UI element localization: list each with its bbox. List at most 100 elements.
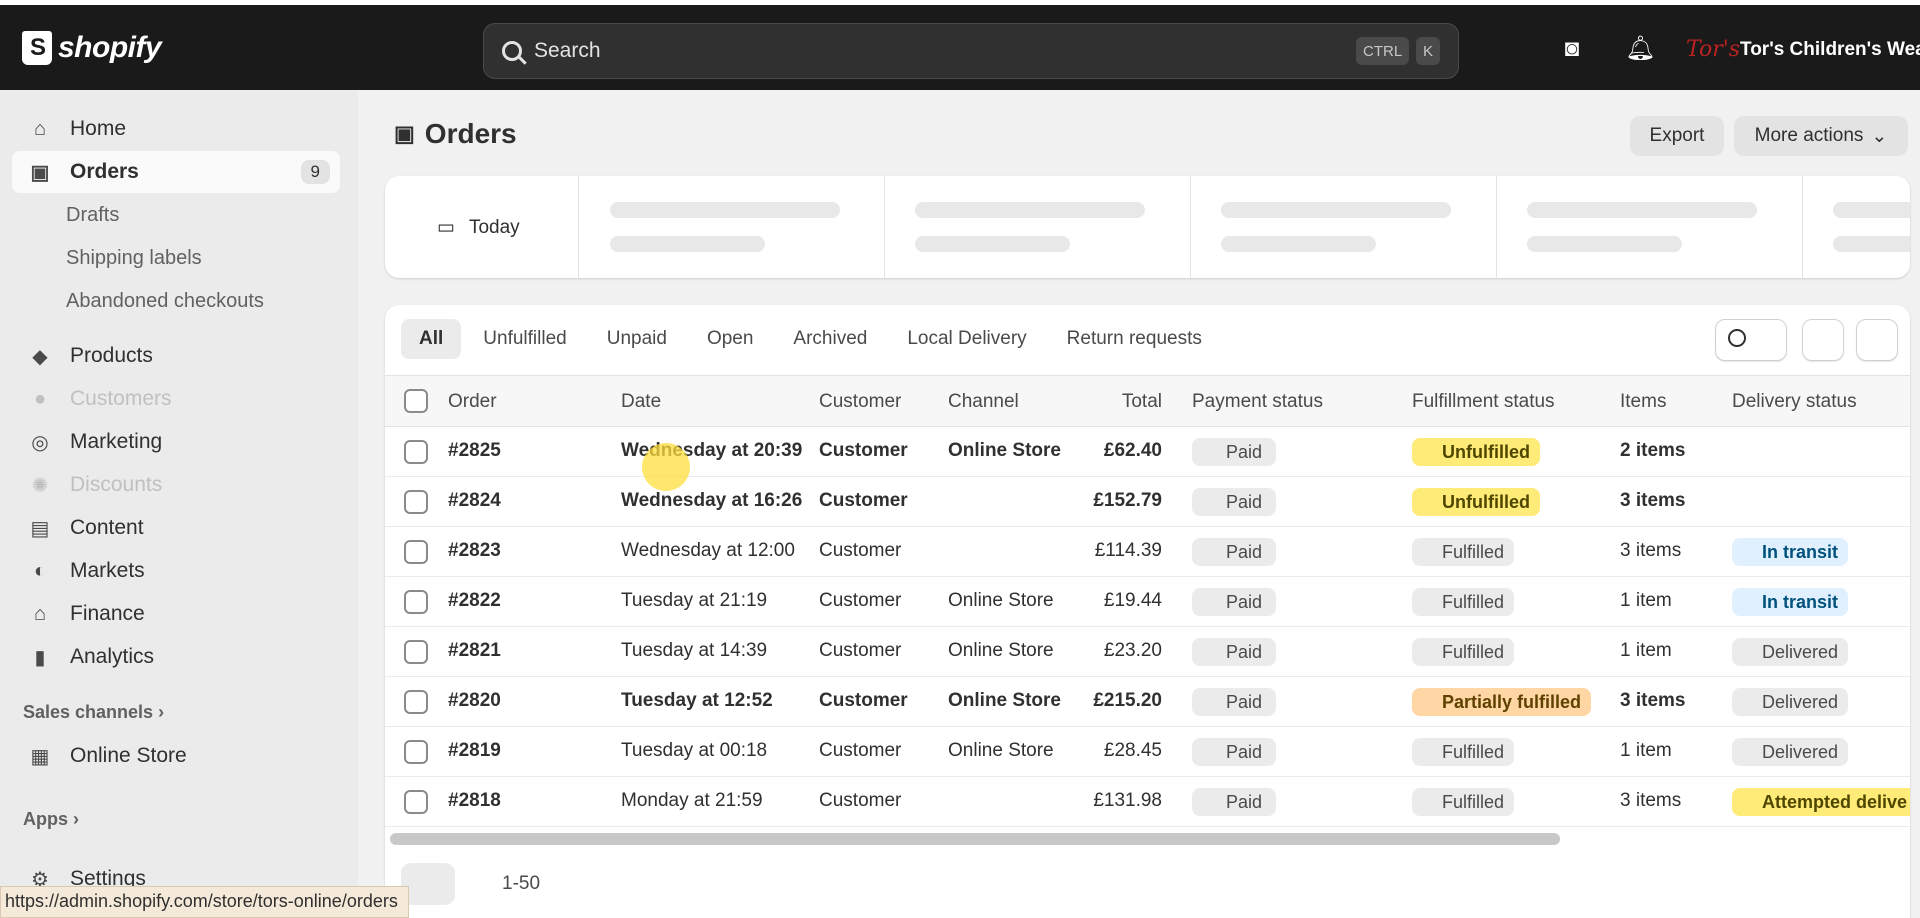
table-row[interactable]: #2818 Monday at 21:59 Customer £131.98 Paid F… <box>385 777 1910 827</box>
order-number-link[interactable]: #2818 <box>448 790 501 812</box>
order-total: £114.39 <box>1094 540 1162 561</box>
fulfillment-status-badge: Unfulfilled <box>1412 438 1540 466</box>
sidebar-item-content[interactable]: ▤ Content <box>12 507 340 549</box>
top-bar: shopify Search CTRL K ◙ 🔔︎ Tor's Tor's C… <box>0 0 1920 90</box>
order-items: 3 items <box>1620 490 1686 511</box>
sidebar-item-drafts[interactable]: Drafts <box>12 194 340 236</box>
table-row[interactable]: #2822 Tuesday at 21:19 Customer Online Stor… <box>385 577 1910 627</box>
tab-unpaid[interactable]: Unpaid <box>589 319 685 359</box>
tab-archived[interactable]: Archived <box>775 319 885 359</box>
order-number-link[interactable]: #2821 <box>448 640 501 662</box>
tab-open[interactable]: Open <box>689 319 771 359</box>
order-customer: Customer <box>819 690 908 711</box>
order-number-link[interactable]: #2824 <box>448 490 501 512</box>
column-header-total[interactable]: Total <box>1072 391 1162 413</box>
row-checkbox[interactable] <box>404 490 428 514</box>
table-row[interactable]: #2819 Tuesday at 00:18 Customer Online Stor… <box>385 727 1910 777</box>
column-header-channel[interactable]: Channel <box>948 391 1019 413</box>
order-date: Tuesday at 14:39 <box>621 640 768 661</box>
column-header-delivery-status[interactable]: Delivery status <box>1732 391 1857 413</box>
order-number-link[interactable]: #2820 <box>448 690 501 712</box>
sidebar-item-analytics[interactable]: ▮ Analytics <box>12 636 340 678</box>
sidebar-item-markets[interactable]: ◐ Markets <box>12 550 340 592</box>
sidebar-item-products[interactable]: ◆ Products <box>12 335 340 377</box>
sidebar-item-online-store[interactable]: ▦ Online Store <box>12 735 340 777</box>
order-date: Monday at 21:59 <box>621 790 763 811</box>
order-channel: Online Store <box>948 440 1061 461</box>
sidebar-item-customers[interactable]: ● Customers <box>12 378 340 420</box>
bell-icon[interactable]: 🔔︎ <box>1625 35 1655 63</box>
store-name: Tor's Children's Wear <box>1740 39 1920 60</box>
sidebar-item-home[interactable]: ⌂ Home <box>12 108 340 150</box>
sidebar-item-shipping-labels[interactable]: Shipping labels <box>12 237 340 279</box>
columns-button[interactable] <box>1856 319 1898 361</box>
tab-return-requests[interactable]: Return requests <box>1049 319 1220 359</box>
table-row[interactable]: #2823 Wednesday at 12:00 Customer £114.39 Pa… <box>385 527 1910 577</box>
sidebar-item-orders[interactable]: ▣ Orders 9 <box>12 151 340 193</box>
horizontal-scrollbar[interactable] <box>390 833 1560 845</box>
view-tabs: All Unfulfilled Unpaid Open Archived Loc… <box>401 319 1220 359</box>
inbox-icon: ▣ <box>30 161 50 184</box>
order-customer: Customer <box>819 440 908 461</box>
pagination-buttons[interactable] <box>401 863 455 905</box>
row-checkbox[interactable] <box>404 790 428 814</box>
order-number-link[interactable]: #2823 <box>448 540 501 562</box>
search-bar[interactable]: Search CTRL K <box>483 23 1459 79</box>
column-header-date[interactable]: Date <box>621 391 661 413</box>
search-filter-button[interactable] <box>1715 319 1787 361</box>
sidebar-item-discounts[interactable]: ✺ Discounts <box>12 464 340 506</box>
date-range-picker[interactable]: ▭ Today <box>437 216 520 239</box>
column-header-order[interactable]: Order <box>448 391 497 413</box>
order-number-link[interactable]: #2819 <box>448 740 501 762</box>
shopify-logo[interactable]: shopify <box>22 31 162 65</box>
order-number-link[interactable]: #2825 <box>448 440 501 462</box>
store-menu[interactable]: Tor's Tor's Children's Wear <box>1686 29 1920 71</box>
home-icon: ⌂ <box>33 117 47 140</box>
tab-unfulfilled[interactable]: Unfulfilled <box>465 319 584 359</box>
row-checkbox[interactable] <box>404 740 428 764</box>
export-button[interactable]: Export <box>1630 116 1724 156</box>
sidebar-item-finance[interactable]: ⌂ Finance <box>12 593 340 635</box>
order-items: 2 items <box>1620 440 1686 461</box>
tab-all[interactable]: All <box>401 319 462 359</box>
row-checkbox[interactable] <box>404 540 428 564</box>
orders-count-badge: 9 <box>300 160 330 184</box>
table-row[interactable]: #2825 Wednesday at 20:39 Customer Online St… <box>385 427 1910 477</box>
table-row[interactable]: #2820 Tuesday at 12:52 Customer Online Stor… <box>385 677 1910 727</box>
column-header-customer[interactable]: Customer <box>819 391 901 413</box>
more-actions-button[interactable]: More actions ⌄ <box>1734 116 1908 156</box>
chevron-right-icon: › <box>158 702 165 722</box>
apps-link[interactable]: Apps › <box>23 809 79 830</box>
order-channel: Online Store <box>948 690 1061 711</box>
sales-channels-link[interactable]: Sales channels › <box>23 702 164 723</box>
search-input[interactable]: Search <box>534 39 601 63</box>
sidebar-item-marketing[interactable]: ◎ Marketing <box>12 421 340 463</box>
sidebar-item-label: Discounts <box>70 473 163 496</box>
sidekick-icon[interactable]: ◙ <box>1558 35 1586 63</box>
fulfillment-status-badge: Fulfilled <box>1412 588 1515 616</box>
row-checkbox[interactable] <box>404 640 428 664</box>
order-number-link[interactable]: #2822 <box>448 590 501 612</box>
select-all-checkbox[interactable] <box>404 389 428 413</box>
sidebar-item-abandoned-checkouts[interactable]: Abandoned checkouts <box>12 280 340 322</box>
order-customer: Customer <box>819 490 908 511</box>
table-row[interactable]: #2824 Wednesday at 16:26 Customer £152.79 Pa… <box>385 477 1910 527</box>
order-customer: Customer <box>819 540 902 561</box>
sidebar-item-label: Customers <box>70 387 172 410</box>
column-header-items[interactable]: Items <box>1620 391 1666 413</box>
row-checkbox[interactable] <box>404 440 428 464</box>
fulfillment-status-badge: Fulfilled <box>1412 538 1515 566</box>
row-checkbox[interactable] <box>404 690 428 714</box>
table-row[interactable]: #2821 Tuesday at 14:39 Customer Online Stor… <box>385 627 1910 677</box>
delivery-status-badge: In transit <box>1732 538 1849 566</box>
order-items: 1 item <box>1620 590 1672 611</box>
bank-icon: ⌂ <box>33 602 47 625</box>
column-header-payment-status[interactable]: Payment status <box>1192 391 1323 413</box>
sort-button[interactable] <box>1802 319 1844 361</box>
order-items: 3 items <box>1620 790 1682 811</box>
store-icon: ▦ <box>30 745 50 768</box>
column-header-fulfillment-status[interactable]: Fulfillment status <box>1412 391 1555 413</box>
inbox-icon: ▣ <box>394 121 415 146</box>
row-checkbox[interactable] <box>404 590 428 614</box>
tab-local-delivery[interactable]: Local Delivery <box>889 319 1044 359</box>
